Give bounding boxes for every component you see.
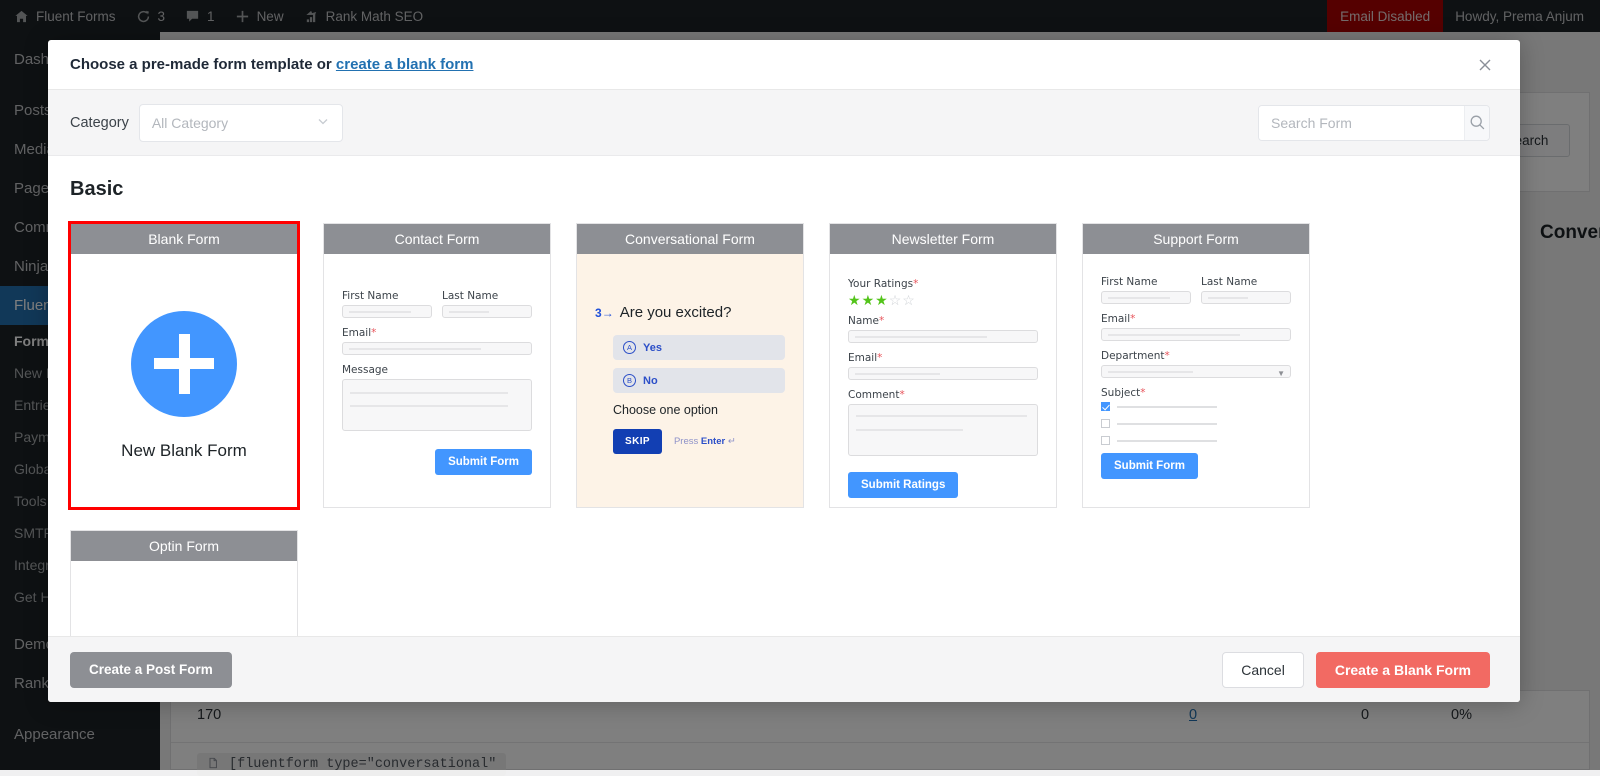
preview-label-ratings: Your Ratings*	[848, 278, 1038, 290]
preview-input-email	[1101, 328, 1291, 341]
template-card-contact-form[interactable]: Contact Form First Name Last Name Emai	[323, 223, 551, 508]
star-icon: ★	[848, 293, 861, 307]
template-card-conversational-form[interactable]: Conversational Form 3→ Are you excited? …	[576, 223, 804, 508]
star-icon: ☆	[889, 293, 902, 307]
preview-question-row: 3→ Are you excited?	[595, 304, 785, 321]
create-blank-form-link[interactable]: create a blank form	[336, 56, 474, 73]
card-title: Blank Form	[71, 224, 297, 254]
template-card-optin-form[interactable]: Optin Form	[70, 530, 298, 636]
preview-input-email	[342, 342, 532, 355]
preview-label-first-name: First Name	[1101, 276, 1191, 288]
preview-textarea-comment	[848, 404, 1038, 456]
modal-filter-bar: Category All Category	[48, 90, 1520, 156]
card-preview	[71, 561, 297, 636]
cancel-button[interactable]: Cancel	[1222, 652, 1304, 688]
preview-label-email: Email*	[848, 352, 1038, 364]
close-button[interactable]	[1472, 52, 1498, 78]
preview-label-email: Email*	[342, 327, 532, 339]
star-icon: ★	[875, 293, 888, 307]
card-preview: Your Ratings* ★ ★ ★ ☆ ☆ Name* Email* Com…	[830, 254, 1056, 507]
question-text: Are you excited?	[620, 304, 732, 321]
plus-circle-icon	[131, 311, 237, 417]
preview-label-department: Department*	[1101, 350, 1291, 362]
card-title: Optin Form	[71, 531, 297, 561]
modal-title: Choose a pre-made form template or creat…	[70, 56, 473, 73]
chevron-down-icon	[316, 114, 330, 131]
form-template-modal: Choose a pre-made form template or creat…	[48, 40, 1520, 702]
search-input[interactable]	[1259, 106, 1464, 140]
preview-submit-button: Submit Form	[435, 449, 532, 475]
checkbox-icon	[1101, 419, 1110, 428]
preview-hint-text: Choose one option	[613, 403, 785, 417]
card-title: Support Form	[1083, 224, 1309, 254]
option-key-badge: A	[623, 341, 636, 354]
option-label: No	[643, 375, 658, 387]
caret-down-icon: ▼	[1277, 369, 1285, 378]
modal-title-text: Choose a pre-made form template or	[70, 56, 336, 73]
modal-footer: Create a Post Form Cancel Create a Blank…	[48, 636, 1520, 702]
search-icon	[1469, 114, 1486, 131]
preview-option-yes: A Yes	[613, 335, 785, 360]
preview-label-email: Email*	[1101, 313, 1291, 325]
template-card-support-form[interactable]: Support Form First Name Last Name Emai	[1082, 223, 1310, 508]
preview-name-row: First Name Last Name	[342, 290, 532, 327]
rating-stars: ★ ★ ★ ☆ ☆	[848, 293, 1038, 307]
create-blank-form-button[interactable]: Create a Blank Form	[1316, 652, 1490, 688]
preview-label-name: Name*	[848, 315, 1038, 327]
blank-form-label: New Blank Form	[121, 441, 247, 461]
preview-name-row: First Name Last Name	[1101, 276, 1291, 313]
checkbox-icon	[1101, 436, 1110, 445]
skip-button: SKIP	[613, 429, 662, 454]
preview-input-first-name	[342, 305, 432, 318]
category-label: Category	[70, 115, 129, 131]
preview-label-last-name: Last Name	[1201, 276, 1291, 288]
star-icon: ★	[862, 293, 875, 307]
card-title: Newsletter Form	[830, 224, 1056, 254]
modal-body: Basic Blank Form New Blank Form Contact …	[48, 156, 1520, 636]
preview-checkbox-row	[1101, 419, 1291, 428]
card-preview: 3→ Are you excited? A Yes B No Choose on…	[577, 254, 803, 507]
preview-checkbox-row	[1101, 402, 1291, 411]
preview-label-last-name: Last Name	[442, 290, 532, 302]
preview-input-email	[848, 367, 1038, 380]
search-button[interactable]	[1464, 106, 1489, 140]
template-card-blank-form[interactable]: Blank Form New Blank Form	[70, 223, 298, 508]
preview-actions: SKIP Press Enter ↵	[613, 429, 785, 454]
card-preview: First Name Last Name Email* Message	[324, 254, 550, 507]
option-key-badge: B	[623, 374, 636, 387]
search-form-wrapper	[1258, 105, 1490, 141]
preview-input-first-name	[1101, 291, 1191, 304]
preview-checkbox-row	[1101, 436, 1291, 445]
preview-label-message: Message	[342, 364, 532, 376]
preview-submit-button: Submit Ratings	[848, 472, 958, 498]
preview-select-department: ▼	[1101, 365, 1291, 378]
preview-label-subject: Subject*	[1101, 387, 1291, 399]
option-label: Yes	[643, 342, 662, 354]
checkbox-icon	[1101, 402, 1110, 411]
card-preview: New Blank Form	[71, 254, 297, 507]
preview-input-last-name	[442, 305, 532, 318]
star-icon: ☆	[902, 293, 915, 307]
preview-label-comment: Comment*	[848, 389, 1038, 401]
close-icon	[1476, 56, 1494, 74]
card-title: Contact Form	[324, 224, 550, 254]
modal-header: Choose a pre-made form template or creat…	[48, 40, 1520, 90]
question-number: 3→	[595, 306, 614, 320]
preview-textarea-message	[342, 379, 532, 431]
preview-input-name	[848, 330, 1038, 343]
press-enter-hint: Press Enter ↵	[674, 436, 736, 447]
preview-input-last-name	[1201, 291, 1291, 304]
section-title: Basic	[70, 178, 1490, 201]
category-select[interactable]: All Category	[139, 104, 343, 142]
card-title: Conversational Form	[577, 224, 803, 254]
card-preview: First Name Last Name Email* Department* …	[1083, 254, 1309, 507]
category-select-value: All Category	[152, 115, 228, 131]
template-grid: Blank Form New Blank Form Contact Form F…	[70, 223, 1490, 636]
create-post-form-button[interactable]: Create a Post Form	[70, 652, 232, 688]
preview-option-no: B No	[613, 368, 785, 393]
preview-submit-button: Submit Form	[1101, 453, 1198, 479]
preview-label-first-name: First Name	[342, 290, 432, 302]
template-card-newsletter-form[interactable]: Newsletter Form Your Ratings* ★ ★ ★ ☆ ☆ …	[829, 223, 1057, 508]
